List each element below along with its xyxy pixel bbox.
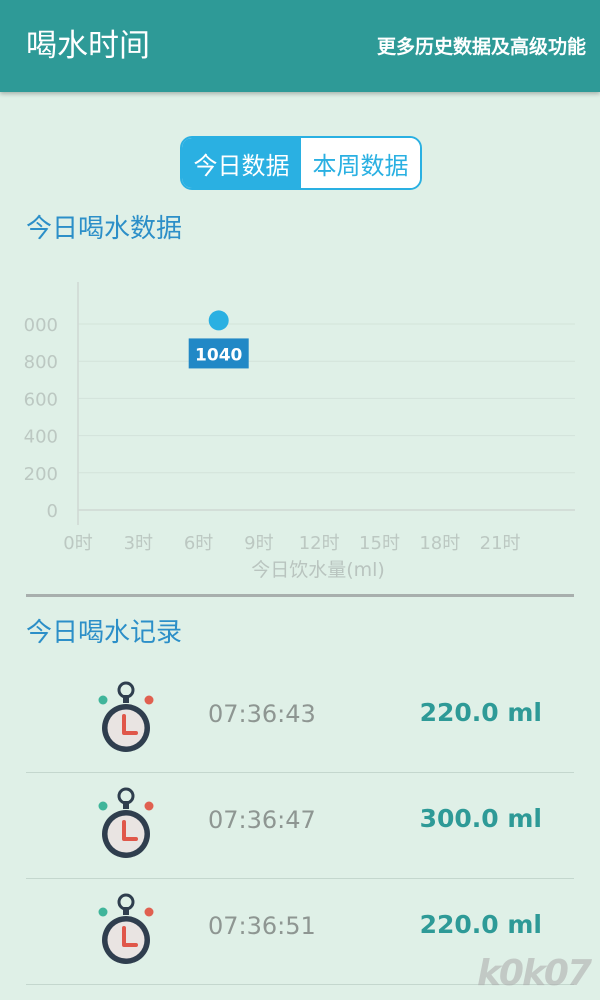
record-row[interactable]: 07:36:43 220.0 ml — [26, 668, 574, 773]
app-bar: 喝水时间 更多历史数据及高级功能 — [0, 0, 600, 92]
tab-week[interactable]: 本周数据 — [301, 138, 420, 188]
x-tick-label: 18时 — [419, 533, 460, 554]
x-tick-label: 12时 — [299, 533, 340, 554]
records-section-title: 今日喝水记录 — [26, 618, 183, 648]
record-time: 07:36:47 — [208, 806, 316, 834]
stopwatch-icon — [98, 893, 154, 964]
stopwatch-icon — [98, 787, 154, 858]
y-tick-label: 200 — [24, 464, 58, 485]
data-range-toggle: 今日数据 本周数据 — [180, 136, 422, 190]
x-axis-label: 今日饮水量(ml) — [251, 559, 385, 581]
record-amount: 220.0 ml — [419, 698, 542, 727]
chart-section-title: 今日喝水数据 — [26, 214, 183, 244]
y-tick-label: 800 — [24, 352, 58, 373]
record-time: 07:36:51 — [208, 912, 316, 940]
data-label: 1040 — [195, 345, 242, 365]
y-tick-label: 400 — [24, 427, 58, 448]
x-tick-label: 9时 — [244, 533, 273, 554]
x-tick-label: 0时 — [63, 533, 92, 554]
row-divider — [26, 772, 574, 773]
y-tick-label: 000 — [24, 315, 58, 336]
section-divider — [26, 594, 574, 597]
tab-today[interactable]: 今日数据 — [182, 138, 301, 188]
stopwatch-icon — [98, 681, 154, 752]
record-row[interactable]: 07:36:47 300.0 ml — [26, 774, 574, 879]
row-divider — [26, 878, 574, 879]
x-tick-label: 15时 — [359, 533, 400, 554]
x-tick-label: 6时 — [184, 533, 213, 554]
x-tick-label: 3时 — [124, 533, 153, 554]
app-title: 喝水时间 — [26, 28, 150, 64]
more-history-link[interactable]: 更多历史数据及高级功能 — [377, 35, 586, 59]
y-tick-label: 0 — [47, 501, 58, 522]
y-tick-label: 600 — [24, 389, 58, 410]
data-point[interactable] — [208, 310, 229, 331]
record-time: 07:36:43 — [208, 700, 316, 728]
record-amount: 300.0 ml — [419, 804, 542, 833]
record-amount: 220.0 ml — [419, 910, 542, 939]
watermark-logo: k0k07 — [476, 953, 592, 994]
x-tick-label: 21时 — [480, 533, 521, 554]
water-intake-chart: 0 200 400 600 800 000 0时 3时 6时 9时 12时 15时 18时 21时 今日… — [24, 282, 575, 581]
